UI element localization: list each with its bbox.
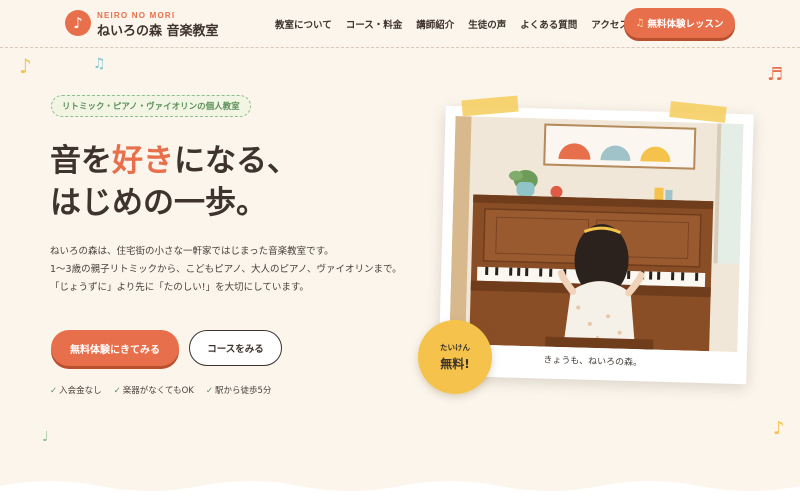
site-header: ♪ NEIRO NO MORI ねいろの森 音楽教室 教室について コース・料金… [0,0,800,48]
perk-label: 駅から徒歩5分 [214,386,272,396]
music-note-icon: ♪ [19,54,32,78]
girl-playing-piano-illustration [449,116,744,352]
music-note-icon: ♫ [93,56,106,72]
music-note-icon: ♪ [773,418,785,439]
hero-lead: ねいろの森は、住宅街の小さな一軒家ではじまった音楽教室です。 1〜3歳の親子リト… [50,243,410,297]
perk-item: ✓ 入会金なし [50,384,102,396]
logo-romaji[interactable]: NEIRO NO MORI [97,11,175,20]
nav-item-teachers[interactable]: 講師紹介 [416,17,454,31]
lead-line: ねいろの森は、住宅街の小さな一軒家ではじまった音楽教室です。 [50,246,334,257]
headline-line-2: はじめの一歩。 [50,185,267,221]
perk-label: 楽器がなくてもOK [122,386,194,396]
check-icon: ✓ [205,386,213,396]
perk-item: ✓ 楽器がなくてもOK [114,384,194,396]
lead-line: 「じょうずに」より先に「たのしい!」を大切にしています。 [50,282,309,293]
free-trial-header-label: 無料体験レッスン [647,19,724,30]
nav-item-courses[interactable]: コース・料金 [346,17,403,31]
music-note-icon[interactable]: ♪ [65,10,91,36]
hero-headline: 音を好きになる、 はじめの一歩。 [50,140,298,224]
bottom-wave-divider [0,481,800,500]
check-icon: ✓ [113,386,121,396]
headline-part: になる、 [174,143,298,179]
perk-item: ✓ 駅から徒歩5分 [206,384,272,396]
free-trial-button[interactable]: 無料体験にきてみる [51,330,179,366]
nav-item-voices[interactable]: 生徒の声 [468,17,506,31]
nav-item-faq[interactable]: よくある質問 [520,17,577,31]
free-trial-badge: たいけん 無料! [418,320,492,394]
tagline-badge: リトミック・ピアノ・ヴァイオリンの個人教室 [51,95,251,117]
music-note-icon: ♩ [42,429,49,445]
logo-title[interactable]: ねいろの森 音楽教室 [97,20,219,39]
headline-accent: 好き [112,143,174,179]
music-note-icon: ♬ [767,64,784,85]
nav-item-about[interactable]: 教室について [275,17,332,31]
main-nav: 教室について コース・料金 講師紹介 生徒の声 よくある質問 アクセス [275,17,629,31]
headline-part: 音を [50,143,112,179]
music-note-icon: ♫ [635,17,645,29]
badge-kana: たいけん [440,343,470,352]
badge-free: 無料! [440,357,470,371]
perk-label: 入会金なし [59,386,102,396]
lead-line: 1〜3歳の親子リトミックから、こどもピアノ、大人のピアノ、ヴァイオリンまで。 [50,264,402,275]
free-trial-header-button[interactable]: ♫ 無料体験レッスン [624,8,735,38]
check-icon: ✓ [50,386,58,396]
perks-list: ✓ 入会金なし ✓ 楽器がなくてもOK ✓ 駅から徒歩5分 [50,384,271,396]
piano-photo [449,116,744,352]
view-courses-button[interactable]: コースをみる [189,330,282,366]
